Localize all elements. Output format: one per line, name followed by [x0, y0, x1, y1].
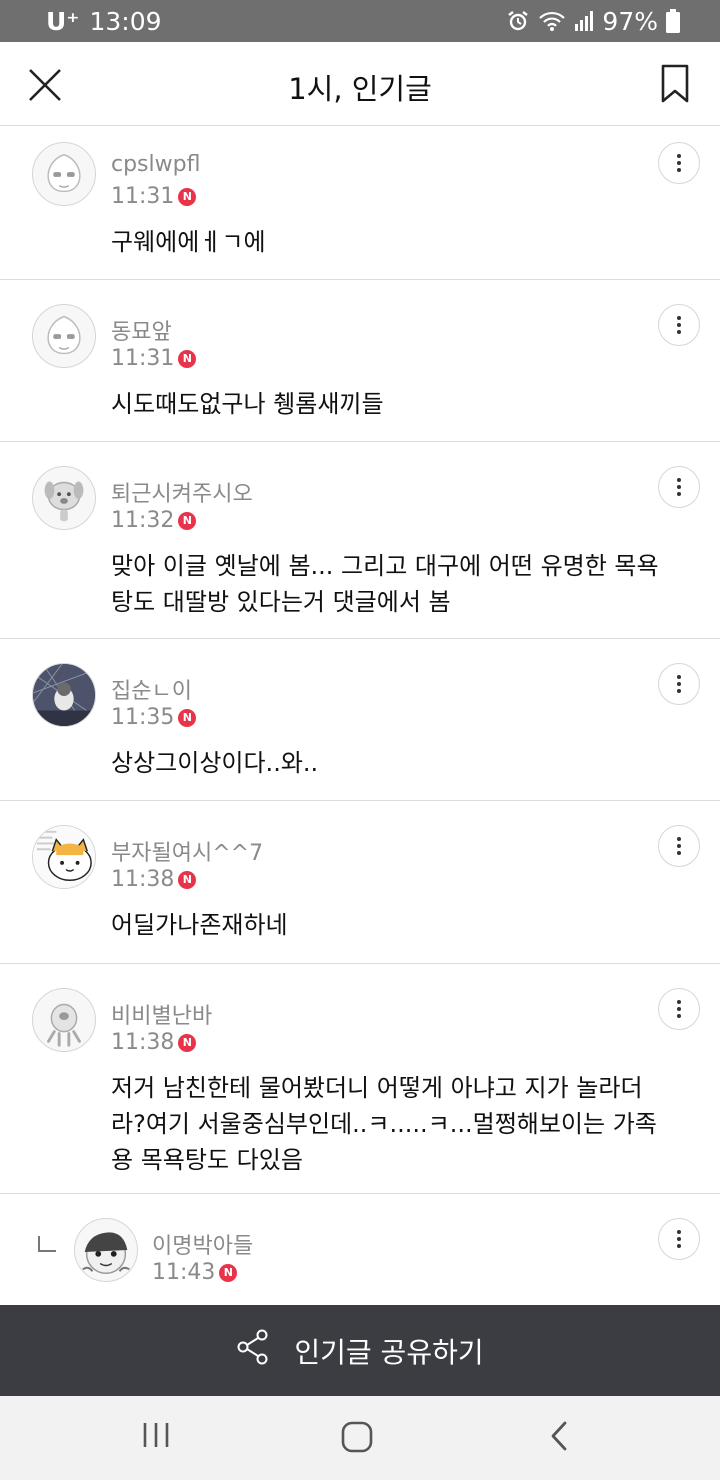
- comment-item: 퇴근시켜주시오 11:32 N 맞아 이글 옛날에 봄... 그리고 대구에 어…: [0, 442, 720, 639]
- comment-username[interactable]: 동묘앞: [111, 314, 172, 346]
- battery-icon: [666, 9, 680, 33]
- comment-timestamp: 11:32: [111, 508, 175, 533]
- comment-username[interactable]: 비비별난바: [111, 998, 212, 1030]
- comment-text: 맞아 이글 옛날에 봄... 그리고 대구에 어떤 유명한 목욕 탕도 대딸방 …: [111, 548, 659, 620]
- bookmark-icon[interactable]: [660, 64, 690, 104]
- reply-indicator-icon: [38, 1236, 56, 1252]
- comment-item: 집순ㄴ이 11:35 N 상상그이상이다..와..: [0, 639, 720, 801]
- comment-time: 11:35 N: [111, 705, 197, 730]
- new-badge: N: [178, 187, 197, 206]
- battery-percent: 97%: [602, 6, 658, 36]
- avatar[interactable]: [32, 663, 96, 727]
- carrier-label: U⁺: [46, 6, 80, 36]
- comment-timestamp: 11:38: [111, 1030, 175, 1055]
- comment-time: 11:32 N: [111, 508, 197, 533]
- comment-username[interactable]: 이명박아들: [152, 1228, 253, 1260]
- avatar[interactable]: [32, 988, 96, 1052]
- more-vertical-icon[interactable]: [658, 988, 700, 1030]
- reply-comment-item: 이명박아들 11:43 N: [0, 1194, 720, 1306]
- comment-line: 탕도 대딸방 있다는거 댓글에서 봄: [111, 588, 451, 616]
- comment-item: 비비별난바 11:38 N 저거 남친한테 물어봤더니 어떻게 아냐고 지가 놀…: [0, 964, 720, 1194]
- new-badge: N: [178, 870, 197, 889]
- comment-line: 용 목욕탕도 다있음: [111, 1146, 303, 1174]
- comment-text: 어딜가나존재하네: [111, 907, 288, 943]
- signal-icon: [574, 10, 594, 32]
- avatar[interactable]: [32, 304, 96, 368]
- comment-time: 11:38 N: [111, 867, 197, 892]
- comment-username[interactable]: 부자될여시^^7: [111, 835, 263, 867]
- more-vertical-icon[interactable]: [658, 304, 700, 346]
- more-vertical-icon[interactable]: [658, 1218, 700, 1260]
- new-badge: N: [178, 1033, 197, 1052]
- comment-text: 구웨에에ㅔㄱ에: [111, 224, 266, 260]
- status-icons: 97%: [506, 7, 680, 36]
- wifi-icon: [538, 9, 566, 33]
- comment-timestamp: 11:38: [111, 867, 175, 892]
- comment-time: 11:31 N: [111, 184, 197, 209]
- comment-username[interactable]: 집순ㄴ이: [111, 673, 192, 705]
- home-icon[interactable]: [340, 1420, 374, 1458]
- comment-line: 어딜가나존재하네: [111, 911, 288, 939]
- comment-line: 맞아 이글 옛날에 봄... 그리고 대구에 어떤 유명한 목욕: [111, 552, 659, 580]
- avatar[interactable]: [32, 825, 96, 889]
- comment-list: cpslwpfl 11:31 N 구웨에에ㅔㄱ에 동묘앞 11:31 N 시도때…: [0, 126, 720, 1306]
- recents-icon[interactable]: [142, 1420, 170, 1454]
- more-vertical-icon[interactable]: [658, 142, 700, 184]
- back-icon[interactable]: [548, 1420, 570, 1456]
- system-nav-bar: [0, 1396, 720, 1480]
- comment-line: 저거 남친한테 물어봤더니 어떻게 아냐고 지가 놀라더: [111, 1074, 643, 1102]
- comment-line: 시도때도없구나 췡롬새끼들: [111, 390, 384, 418]
- new-badge: N: [178, 511, 197, 530]
- share-label: 인기글 공유하기: [294, 1335, 484, 1369]
- share-icon: [236, 1329, 270, 1372]
- comment-item: cpslwpfl 11:31 N 구웨에에ㅔㄱ에: [0, 126, 720, 280]
- comment-timestamp: 11:43: [152, 1260, 216, 1285]
- avatar[interactable]: [32, 142, 96, 206]
- comment-line: 상상그이상이다..와..: [111, 749, 319, 777]
- comment-line: 라?여기 서울중심부인데..ㅋ.....ㅋ...멀쩡해보이는 가족: [111, 1110, 657, 1138]
- comment-text: 저거 남친한테 물어봤더니 어떻게 아냐고 지가 놀라더 라?여기 서울중심부인…: [111, 1070, 657, 1178]
- avatar[interactable]: [74, 1218, 138, 1282]
- clock: 13:09: [89, 6, 162, 36]
- new-badge: N: [178, 708, 197, 727]
- status-bar: U⁺ 13:09 97%: [0, 0, 720, 42]
- new-badge: N: [219, 1263, 238, 1282]
- avatar[interactable]: [32, 466, 96, 530]
- share-button[interactable]: 인기글 공유하기: [0, 1305, 720, 1396]
- comment-text: 시도때도없구나 췡롬새끼들: [111, 386, 384, 422]
- comment-text: 상상그이상이다..와..: [111, 745, 318, 781]
- comment-time: 11:38 N: [111, 1030, 197, 1055]
- more-vertical-icon[interactable]: [658, 466, 700, 508]
- more-vertical-icon[interactable]: [658, 825, 700, 867]
- comment-time: 11:43 N: [152, 1260, 238, 1285]
- comment-item: 부자될여시^^7 11:38 N 어딜가나존재하네: [0, 801, 720, 964]
- comment-username[interactable]: 퇴근시켜주시오: [111, 476, 253, 508]
- comment-timestamp: 11:31: [111, 346, 175, 371]
- more-vertical-icon[interactable]: [658, 663, 700, 705]
- alarm-icon: [506, 9, 530, 33]
- comment-line: 구웨에에ㅔㄱ에: [111, 228, 266, 256]
- new-badge: N: [178, 349, 197, 368]
- comment-timestamp: 11:35: [111, 705, 175, 730]
- comment-time: 11:31 N: [111, 346, 197, 371]
- comment-username[interactable]: cpslwpfl: [111, 152, 200, 177]
- comment-item: 동묘앞 11:31 N 시도때도없구나 췡롬새끼들: [0, 280, 720, 442]
- top-app-bar: 1시, 인기글: [0, 42, 720, 126]
- page-title: 1시, 인기글: [288, 72, 432, 106]
- comment-timestamp: 11:31: [111, 184, 175, 209]
